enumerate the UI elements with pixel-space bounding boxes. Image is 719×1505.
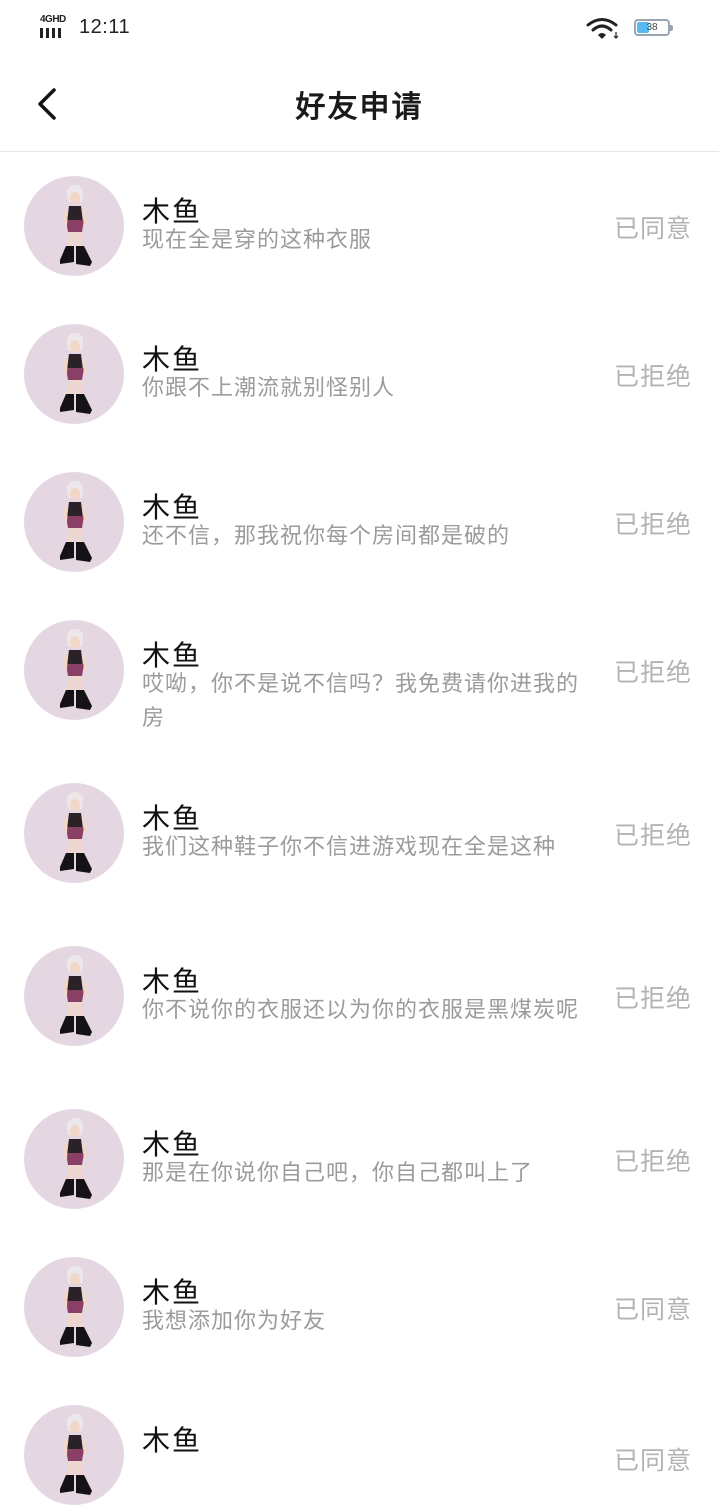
nav-header: 好友申请 bbox=[0, 56, 719, 152]
requester-name: 木鱼 bbox=[142, 1424, 203, 1457]
battery-icon: 38 bbox=[634, 19, 673, 36]
request-status: 已拒绝 bbox=[614, 658, 693, 687]
request-status: 已拒绝 bbox=[614, 362, 693, 391]
status-time: 12:11 bbox=[79, 16, 131, 38]
request-status: 已拒绝 bbox=[614, 821, 693, 850]
request-status: 已同意 bbox=[614, 1295, 693, 1324]
request-status: 已同意 bbox=[614, 1446, 693, 1475]
avatar[interactable] bbox=[24, 324, 124, 424]
avatar[interactable] bbox=[24, 1405, 124, 1505]
avatar[interactable] bbox=[24, 946, 124, 1046]
avatar[interactable] bbox=[24, 176, 124, 276]
request-message: 我们这种鞋子你不信进游戏现在全是这种 bbox=[142, 835, 557, 860]
signal-icon: 4GHD bbox=[40, 14, 72, 40]
request-message: 你跟不上潮流就别怪别人 bbox=[142, 376, 396, 401]
request-status: 已拒绝 bbox=[614, 1147, 693, 1176]
request-message: 还不信，那我祝你每个房间都是破的 bbox=[142, 524, 511, 549]
request-message: 哎呦，你不是说不信吗？我免费请你进我的房 bbox=[142, 672, 580, 731]
avatar[interactable] bbox=[24, 1109, 124, 1209]
request-message: 你不说你的衣服还以为你的衣服是黑煤炭呢 bbox=[142, 998, 580, 1023]
request-status: 已拒绝 bbox=[614, 984, 693, 1013]
request-message: 那是在你说你自己吧，你自己都叫上了 bbox=[142, 1161, 534, 1186]
avatar[interactable] bbox=[24, 472, 124, 572]
request-status: 已同意 bbox=[614, 214, 693, 243]
avatar[interactable] bbox=[24, 783, 124, 883]
request-message: 现在全是穿的这种衣服 bbox=[142, 228, 373, 253]
request-status: 已拒绝 bbox=[614, 510, 693, 539]
page-title: 好友申请 bbox=[295, 90, 424, 125]
network-type: 4GHD bbox=[40, 14, 66, 25]
wifi-icon bbox=[586, 18, 619, 39]
request-message: 我想添加你为好友 bbox=[142, 1309, 327, 1334]
avatar[interactable] bbox=[24, 620, 124, 720]
avatar[interactable] bbox=[24, 1257, 124, 1357]
status-bar: 4GHD 12:11 38 bbox=[0, 0, 719, 56]
battery-level: 38 bbox=[646, 22, 658, 33]
